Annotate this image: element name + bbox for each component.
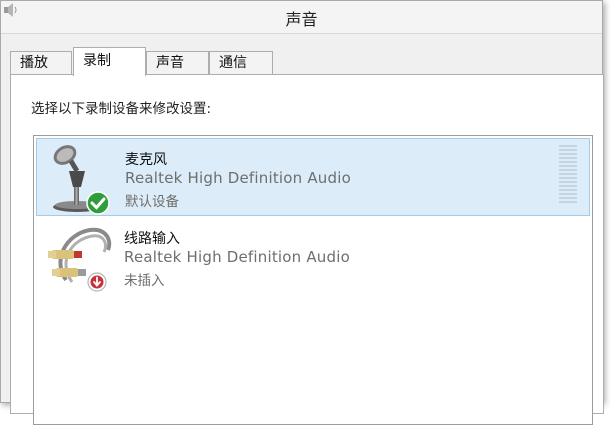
tab-playback[interactable]: 播放 xyxy=(10,51,72,75)
unplugged-arrow-icon xyxy=(87,272,107,292)
device-driver: Realtek High Definition Audio xyxy=(125,169,351,187)
sound-dialog: 声音 播放 录制 声音 通信 选择以下录制设备来修改设置: 麦克风 Realte… xyxy=(0,0,604,425)
device-name: 线路输入 xyxy=(124,231,180,247)
device-item-line-in[interactable]: 线路输入 Realtek High Definition Audio 未插入 xyxy=(36,218,590,296)
device-list[interactable]: 麦克风 Realtek High Definition Audio 默认设备 线… xyxy=(33,135,593,425)
recording-panel: 选择以下录制设备来修改设置: 麦克风 Realtek High Definiti… xyxy=(10,74,604,425)
title-bar[interactable]: 声音 xyxy=(1,1,602,34)
line-in-cable-icon xyxy=(48,227,112,283)
tab-recording[interactable]: 录制 xyxy=(73,47,146,76)
instruction-text: 选择以下录制设备来修改设置: xyxy=(31,101,212,117)
tab-sounds[interactable]: 声音 xyxy=(146,51,209,75)
device-status: 默认设备 xyxy=(125,194,179,210)
default-check-icon xyxy=(86,191,110,215)
device-name: 麦克风 xyxy=(125,152,167,168)
window-title: 声音 xyxy=(285,10,318,29)
tab-communications[interactable]: 通信 xyxy=(209,51,273,75)
device-driver: Realtek High Definition Audio xyxy=(124,248,350,266)
device-item-microphone[interactable]: 麦克风 Realtek High Definition Audio 默认设备 xyxy=(36,138,590,216)
device-status: 未插入 xyxy=(124,273,165,289)
level-meter xyxy=(559,145,577,207)
